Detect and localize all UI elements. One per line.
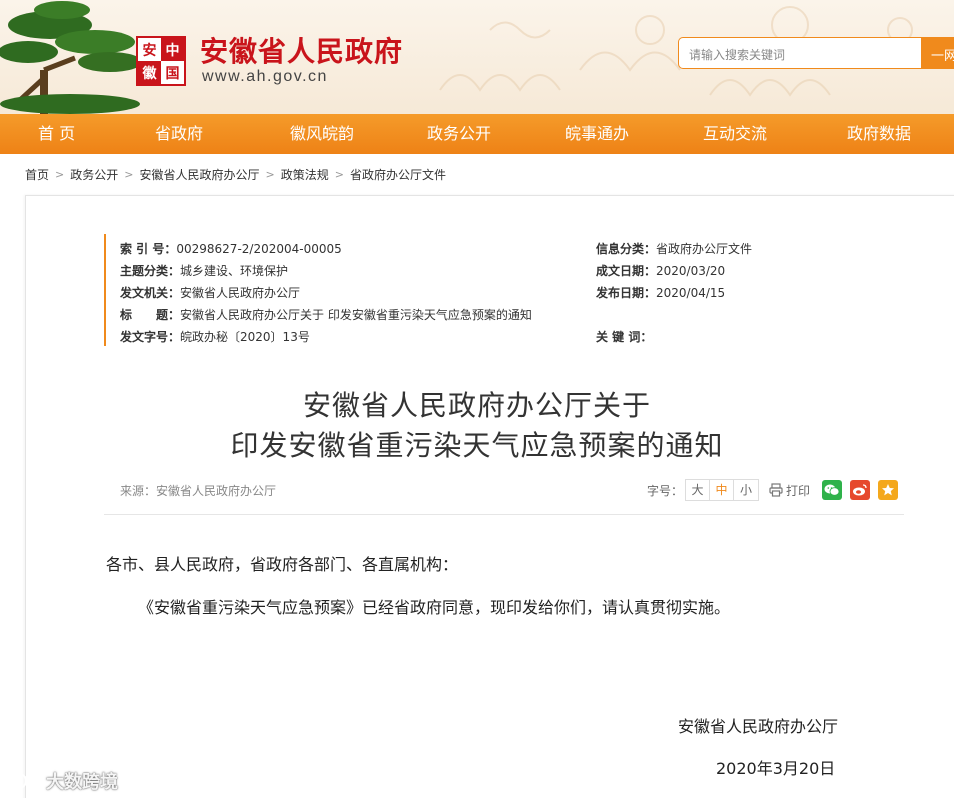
print-label: 打印 <box>786 483 811 498</box>
chevron-right-icon: > <box>334 167 344 181</box>
breadcrumb-item[interactable]: 安徽省人民政府办公厅 <box>139 166 259 183</box>
weibo-share-button[interactable] <box>850 480 871 500</box>
chevron-right-icon: > <box>124 167 134 181</box>
font-size-large-button[interactable]: 大 <box>686 480 711 500</box>
site-domain: www.ah.gov.cn <box>202 68 328 85</box>
site-header: 安 中 徽 国 安徽省人民政府 www.ah.gov.cn 请输入搜索关键词 一… <box>0 0 954 114</box>
font-size-selector: 大 中 小 <box>685 479 760 501</box>
meta-created-date: 成文日期：2020/03/20 <box>596 264 726 278</box>
content-divider <box>104 514 904 515</box>
wechat-share-button[interactable] <box>822 480 843 500</box>
document-source: 来源：安徽省人民政府办公厅 <box>120 484 277 498</box>
article-tools: 字号： 大 中 小 打印 <box>647 478 899 502</box>
pine-tree-logo <box>0 1 142 114</box>
print-button[interactable]: 打印 <box>769 482 810 499</box>
breadcrumb: 首页 > 政务公开 > 安徽省人民政府办公厅 > 政策法规 > 省政府办公厅文件 <box>25 165 446 183</box>
chevron-right-icon: > <box>55 167 65 181</box>
meta-document-number: 发文字号：皖政办秘〔2020〕13号 <box>120 330 310 344</box>
favorite-button[interactable] <box>878 480 899 500</box>
nav-item-interaction[interactable]: 互动交流 <box>666 114 804 154</box>
search-button[interactable]: 一网 <box>921 37 954 69</box>
wechat-icon <box>824 484 840 496</box>
nav-item-services[interactable]: 皖事通办 <box>528 114 666 154</box>
seal-char: 国 <box>165 65 180 82</box>
nav-item-culture[interactable]: 徽风皖韵 <box>254 114 390 154</box>
star-icon <box>882 484 895 496</box>
nav-item-government-affairs[interactable]: 政务公开 <box>390 114 528 154</box>
watermark-text: 大数跨境 <box>46 772 118 793</box>
nav-item-provincial-government[interactable]: 省政府 <box>104 114 254 154</box>
seal-char: 安 <box>142 42 157 59</box>
meta-category: 信息分类：省政府办公厅文件 <box>596 242 753 256</box>
document-title-line1: 安徽省人民政府办公厅关于 <box>302 389 651 422</box>
government-seal-logo: 安 中 徽 国 <box>136 36 186 86</box>
document-paragraph: 《安徽省重污染天气应急预案》已经省政府同意，现印发给你们，请认真贯彻实施。 <box>138 598 731 617</box>
breadcrumb-item[interactable]: 政务公开 <box>70 166 118 183</box>
printer-icon <box>769 483 783 497</box>
seal-char: 中 <box>161 38 184 61</box>
seal-char: 徽 <box>138 61 161 84</box>
meta-keywords: 关 键 词： <box>596 330 653 344</box>
main-nav: 首 页 省政府 徽风皖韵 政务公开 皖事通办 互动交流 政府数据 <box>0 114 954 154</box>
nav-item-government-data[interactable]: 政府数据 <box>804 114 954 154</box>
meta-issuer: 发文机关：安徽省人民政府办公厅 <box>120 286 301 300</box>
font-size-medium-button[interactable]: 中 <box>710 480 735 500</box>
breadcrumb-item[interactable]: 省政府办公厅文件 <box>350 166 446 183</box>
weibo-icon <box>853 484 867 496</box>
document-title-line2: 印发安徽省重污染天气应急预案的通知 <box>230 429 724 462</box>
site-name[interactable]: 安徽省人民政府 <box>200 30 403 70</box>
document-date: 2020年3月20日 <box>716 759 836 778</box>
document-salutation: 各市、县人民政府，省政府各部门、各直属机构： <box>106 555 459 574</box>
document-meta-table: 索 引 号：00298627-2/202004-00005 信息分类：省政府办公… <box>104 234 904 346</box>
breadcrumb-item[interactable]: 首页 <box>25 166 49 183</box>
meta-published-date: 发布日期：2020/04/15 <box>596 286 726 300</box>
document-signature: 安徽省人民政府办公厅 <box>678 717 839 736</box>
font-size-small-button[interactable]: 小 <box>734 480 758 500</box>
font-size-label: 字号： <box>647 483 684 498</box>
watermark: 大数跨境 <box>10 768 118 794</box>
nav-item-home[interactable]: 首 页 <box>0 114 104 154</box>
meta-index: 索 引 号：00298627-2/202004-00005 <box>120 242 342 256</box>
chevron-right-icon: > <box>265 167 275 181</box>
meta-topic: 主题分类：城乡建设、环境保护 <box>120 264 289 278</box>
search-input[interactable]: 请输入搜索关键词 <box>678 37 922 69</box>
watermark-logo-icon <box>11 773 42 789</box>
breadcrumb-item[interactable]: 政策法规 <box>281 166 329 183</box>
meta-title: 标 题：安徽省人民政府办公厅关于 印发安徽省重污染天气应急预案的通知 <box>120 308 532 322</box>
